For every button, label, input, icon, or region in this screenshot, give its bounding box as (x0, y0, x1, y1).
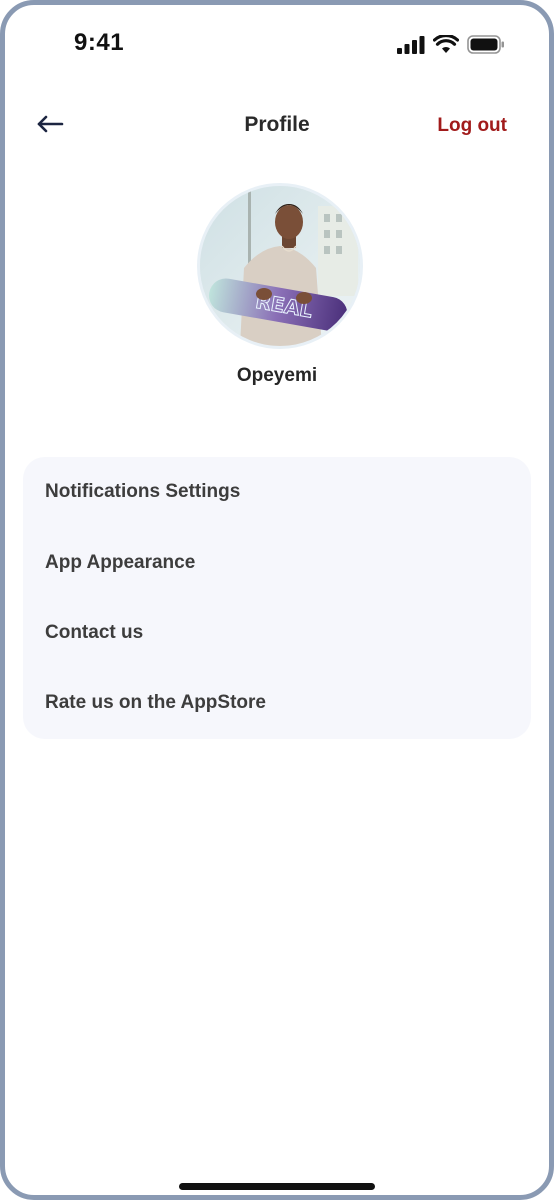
settings-item-notifications[interactable]: Notifications Settings (45, 481, 240, 503)
user-name: Opeyemi (236, 365, 318, 386)
settings-item-contact-us[interactable]: Contact us (45, 622, 143, 644)
status-time: 9:41 (74, 29, 125, 56)
signal-icon (397, 35, 425, 59)
logout-button[interactable]: Log out (437, 115, 507, 137)
status-bar: 9:41 (5, 5, 549, 85)
battery-icon (467, 35, 505, 59)
status-icons (397, 33, 505, 59)
settings-card: Notifications Settings App Appearance Co… (23, 457, 531, 739)
wifi-icon (432, 33, 460, 59)
home-indicator[interactable] (179, 1183, 375, 1190)
header: Profile Log out (5, 101, 549, 151)
settings-item-app-appearance[interactable]: App Appearance (45, 552, 195, 574)
avatar: REAL (197, 183, 363, 349)
settings-item-rate-us[interactable]: Rate us on the AppStore (45, 692, 266, 714)
phone-frame: 9:41 Profile Log out REAL Opeyemi Notifi… (0, 0, 554, 1200)
